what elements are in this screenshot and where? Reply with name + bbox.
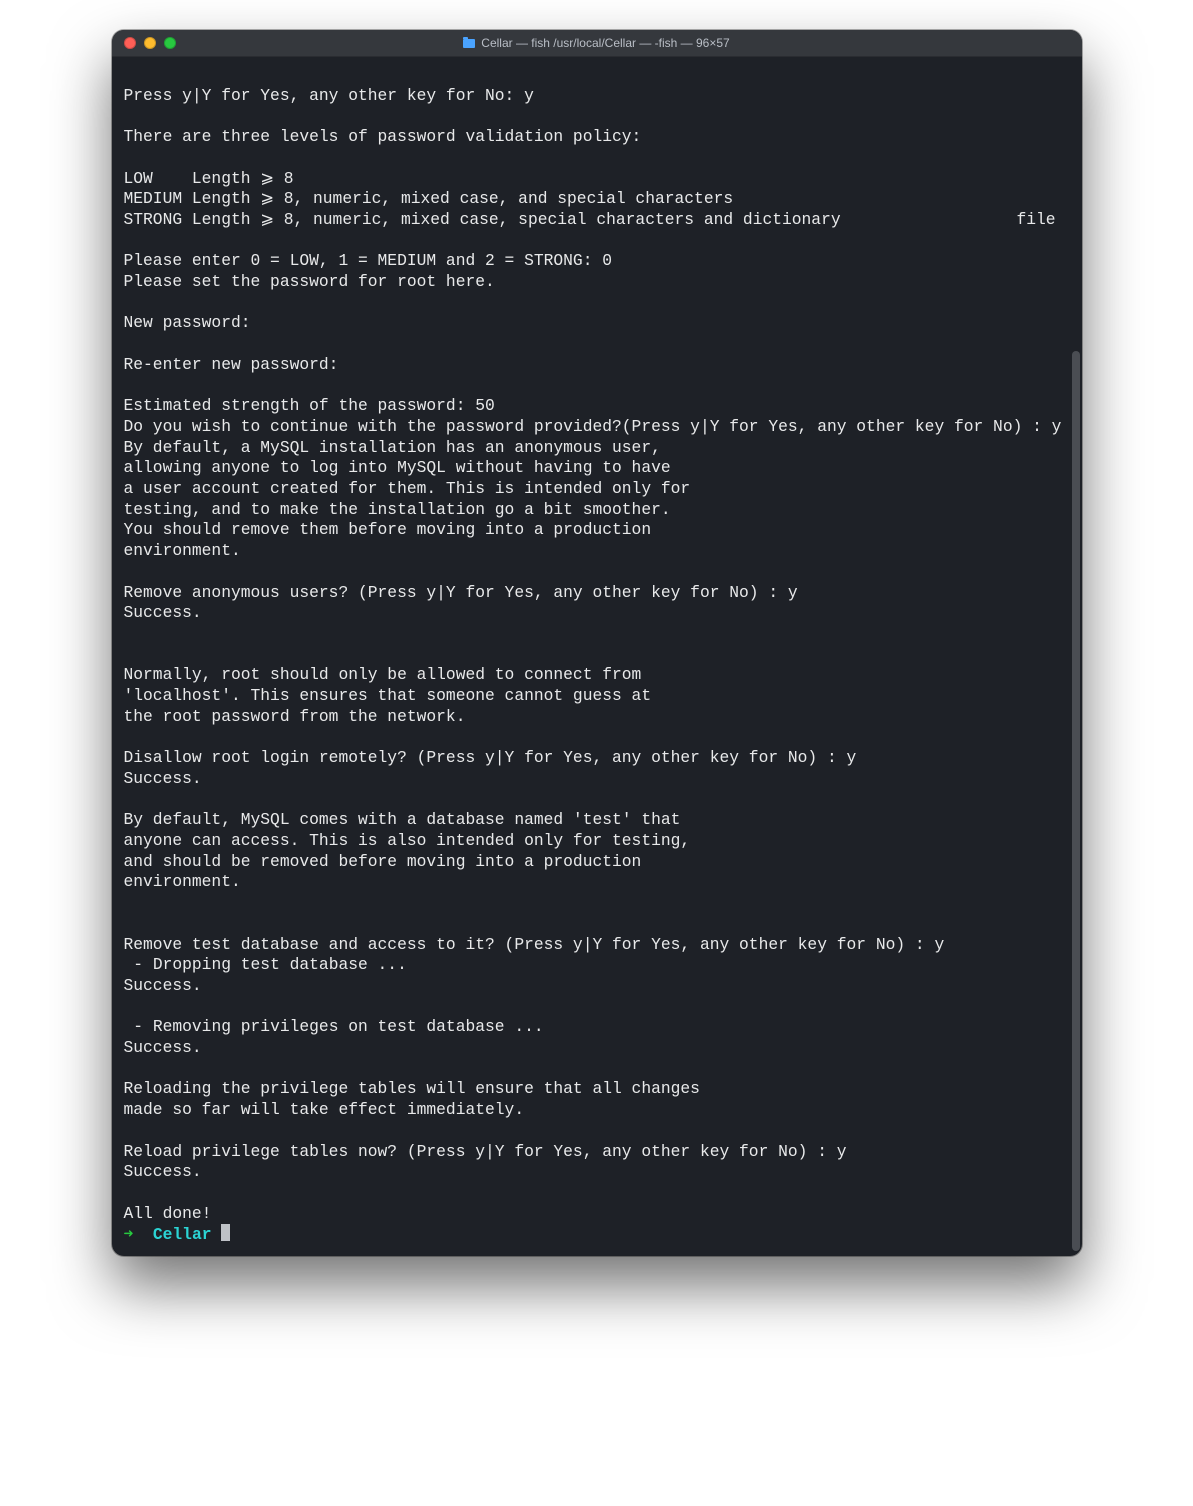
terminal-line: testing, and to make the installation go… [124,500,671,519]
terminal-line: anyone can access. This is also intended… [124,831,691,850]
terminal-output[interactable]: Press y|Y for Yes, any other key for No:… [112,57,1082,1256]
prompt-line[interactable]: ➜ Cellar [124,1225,231,1244]
titlebar[interactable]: Cellar — fish /usr/local/Cellar — -fish … [112,30,1082,57]
terminal-line: There are three levels of password valid… [124,127,642,146]
terminal-line: By default, MySQL comes with a database … [124,810,681,829]
terminal-line: By default, a MySQL installation has an … [124,438,661,457]
terminal-line: 'localhost'. This ensures that someone c… [124,686,652,705]
terminal-line: made so far will take effect immediately… [124,1100,525,1119]
terminal-line: MEDIUM Length ⩾ 8, numeric, mixed case, … [124,189,734,208]
terminal-line: a user account created for them. This is… [124,479,691,498]
terminal-line: All done! [124,1204,212,1223]
terminal-line: the root password from the network. [124,707,466,726]
window-title: Cellar — fish /usr/local/Cellar — -fish … [112,30,1082,56]
terminal-line: Reload privilege tables now? (Press y|Y … [124,1142,847,1161]
zoom-icon[interactable] [164,37,176,49]
terminal-line: You should remove them before moving int… [124,520,652,539]
terminal-line: Disallow root login remotely? (Press y|Y… [124,748,857,767]
terminal-line: Success. [124,1162,202,1181]
terminal-line: LOW Length ⩾ 8 [124,169,294,188]
terminal-line: Remove test database and access to it? (… [124,935,945,954]
prompt-cwd: Cellar [153,1225,212,1244]
minimize-icon[interactable] [144,37,156,49]
scrollbar-thumb[interactable] [1072,351,1080,1251]
terminal-line: New password: [124,313,251,332]
terminal-line: Normally, root should only be allowed to… [124,665,642,684]
terminal-line: Success. [124,976,202,995]
terminal-line: Do you wish to continue with the passwor… [124,417,1062,436]
terminal-line: Success. [124,769,202,788]
traffic-lights [112,37,176,49]
terminal-line: Success. [124,1038,202,1057]
terminal-line: allowing anyone to log into MySQL withou… [124,458,671,477]
window-title-text: Cellar — fish /usr/local/Cellar — -fish … [481,36,729,50]
terminal-line: Success. [124,603,202,622]
terminal-line: STRONG Length ⩾ 8, numeric, mixed case, … [124,210,1056,229]
terminal-line: Please enter 0 = LOW, 1 = MEDIUM and 2 =… [124,251,613,270]
scrollbar-track[interactable] [1072,59,1080,1254]
cursor [221,1224,230,1241]
terminal-line: Re-enter new password: [124,355,339,374]
terminal-line: Reloading the privilege tables will ensu… [124,1079,700,1098]
folder-icon [463,39,475,48]
terminal-line: Estimated strength of the password: 50 [124,396,495,415]
terminal-line: - Removing privileges on test database .… [124,1017,544,1036]
terminal-body[interactable]: Press y|Y for Yes, any other key for No:… [112,57,1082,1256]
terminal-window: Cellar — fish /usr/local/Cellar — -fish … [112,30,1082,1256]
terminal-line: Remove anonymous users? (Press y|Y for Y… [124,583,798,602]
close-icon[interactable] [124,37,136,49]
terminal-line: Press y|Y for Yes, any other key for No:… [124,86,534,105]
prompt-arrow-icon: ➜ [124,1225,134,1244]
terminal-line: environment. [124,541,241,560]
terminal-line: environment. [124,872,241,891]
terminal-line: Please set the password for root here. [124,272,495,291]
terminal-line: - Dropping test database ... [124,955,407,974]
terminal-line: and should be removed before moving into… [124,852,642,871]
